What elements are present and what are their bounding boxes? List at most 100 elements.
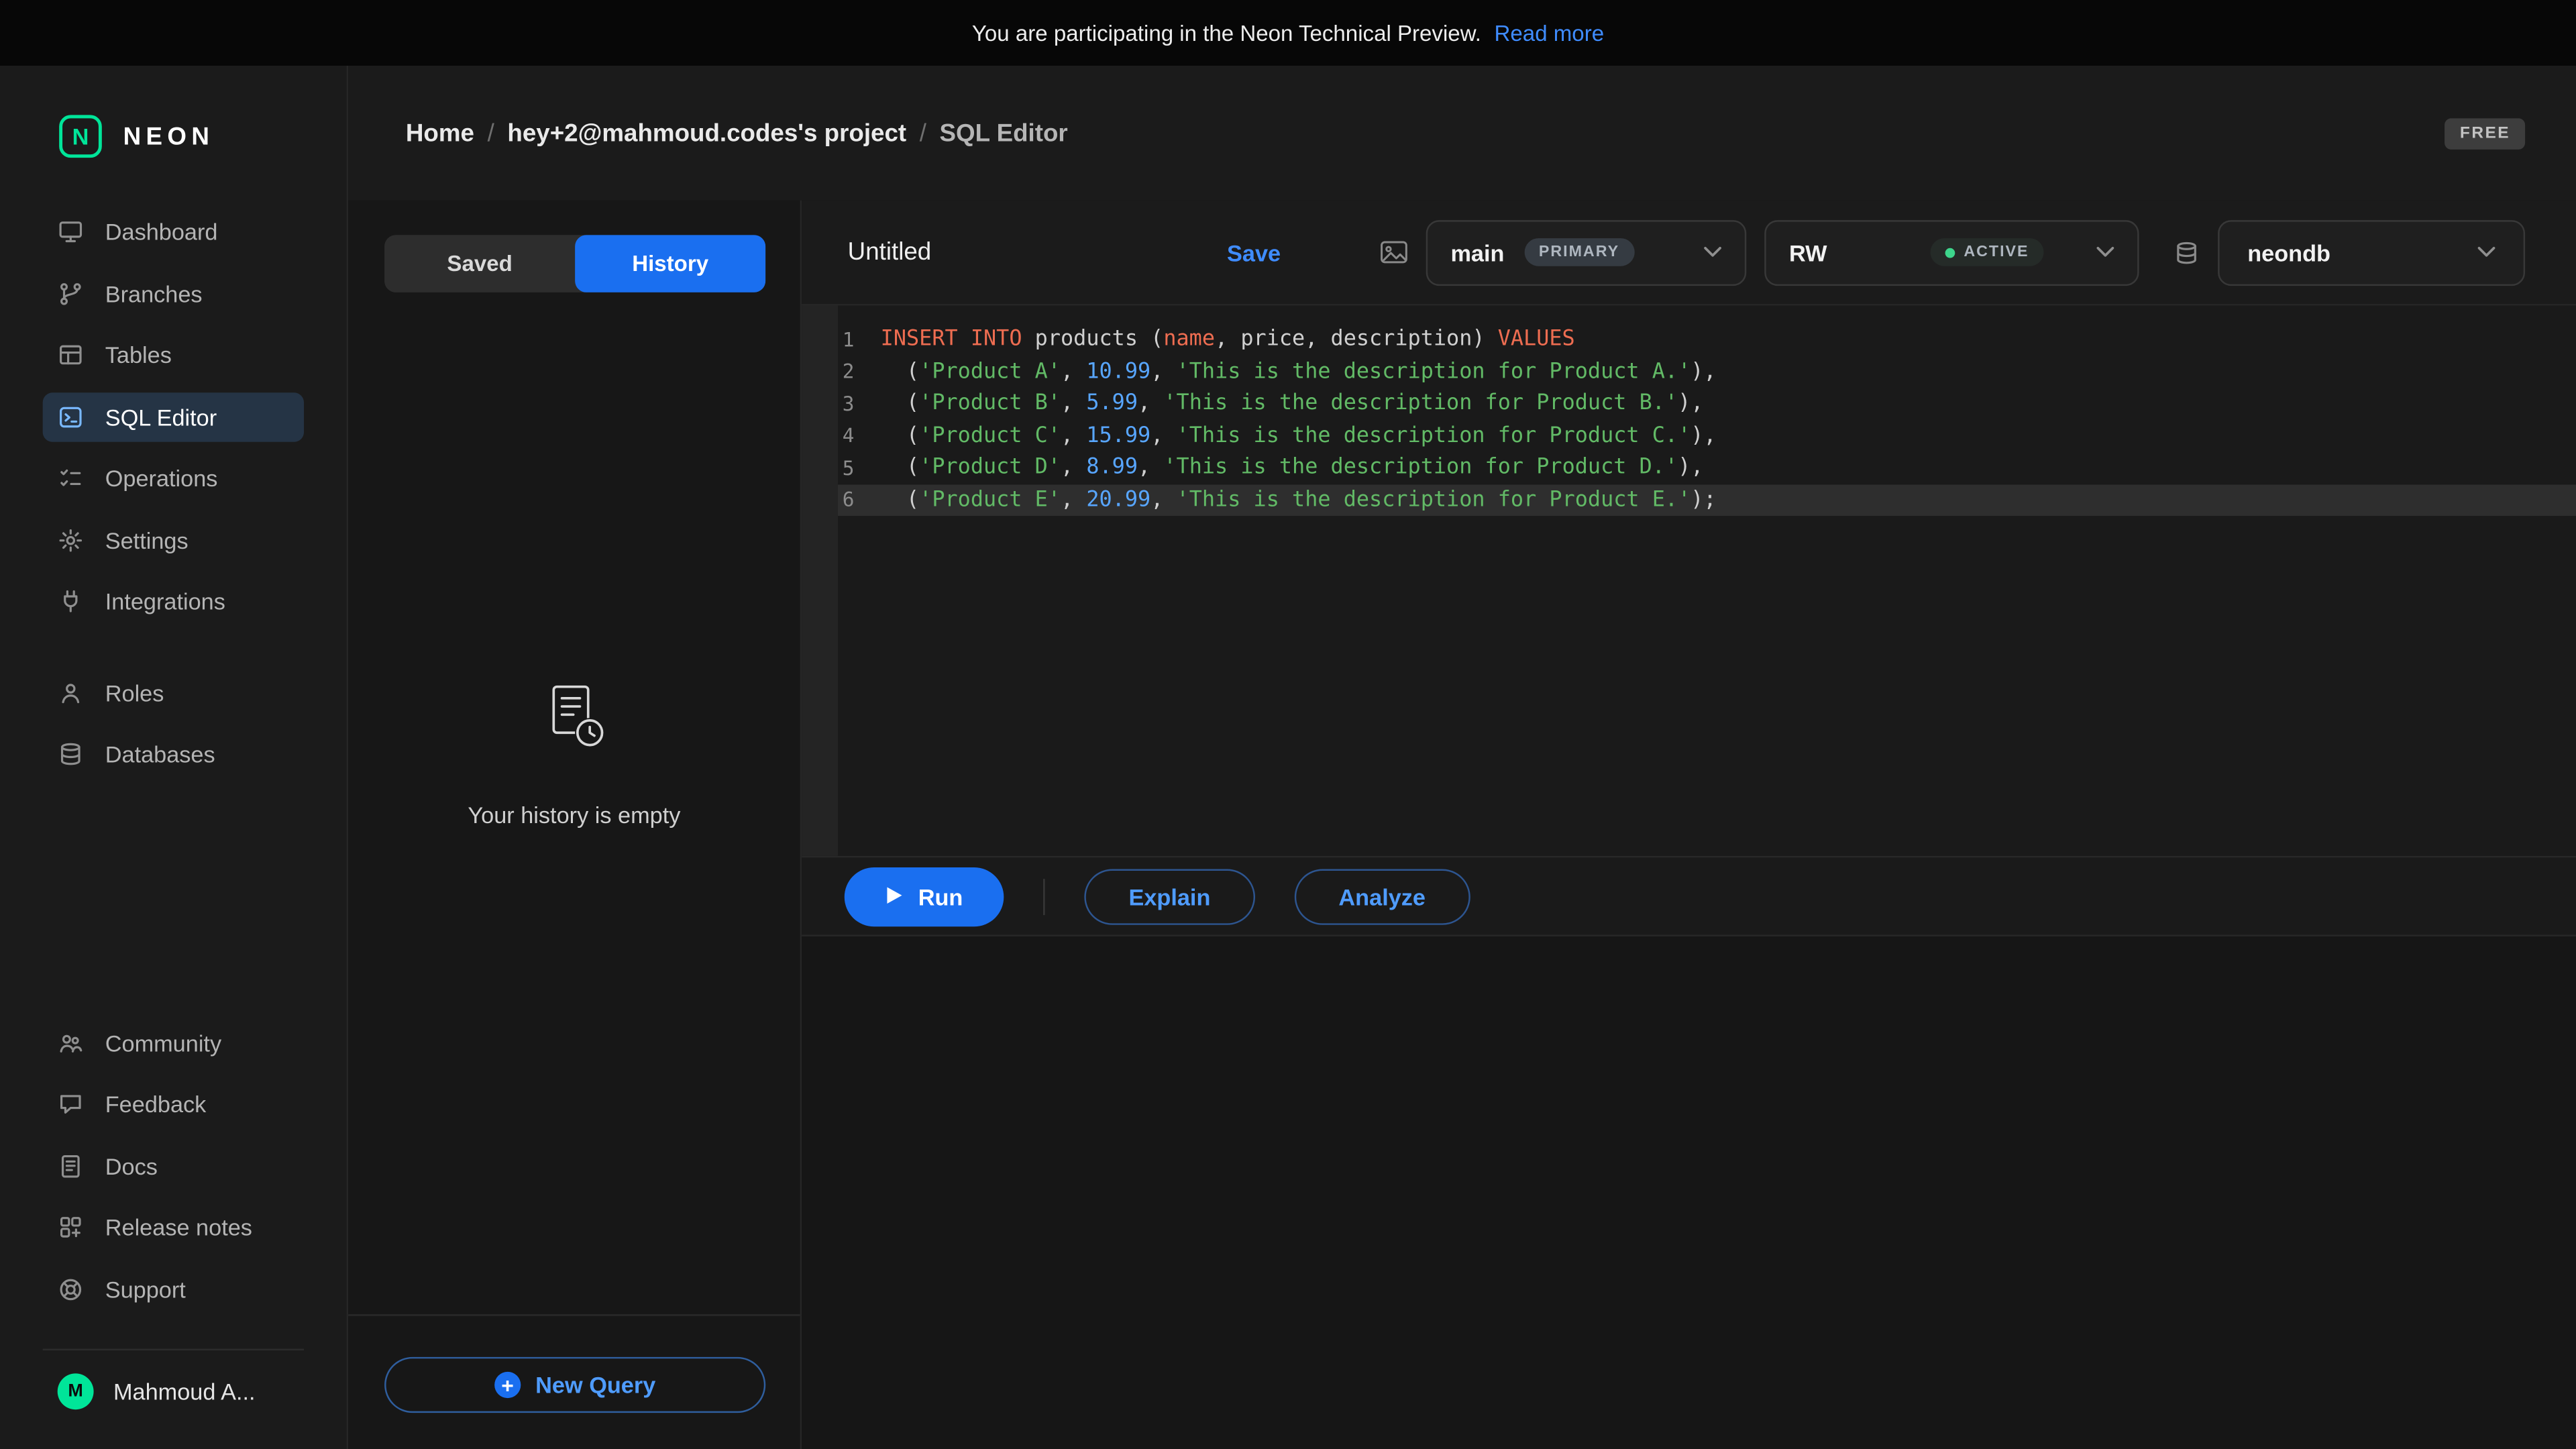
code-text: ('Product D', 8.99, 'This is the descrip… <box>881 455 1704 480</box>
active-badge: ACTIVE <box>1931 238 2043 266</box>
sidebar-item-community[interactable]: Community <box>43 1018 304 1067</box>
breadcrumb-project[interactable]: hey+2@mahmoud.codes's project <box>507 119 906 148</box>
sidebar-item-label: Settings <box>105 527 189 553</box>
sidebar-item-label: Dashboard <box>105 219 218 245</box>
sql-editor-icon <box>58 403 84 429</box>
sidebar-item-release-notes[interactable]: Release notes <box>43 1203 304 1252</box>
feedback-icon <box>58 1091 84 1117</box>
actions-divider <box>1043 878 1044 914</box>
editor-gutter <box>802 306 838 856</box>
branch-image-icon <box>1380 240 1408 265</box>
history-empty-text: Your history is empty <box>468 801 680 827</box>
line-number: 6 <box>838 488 854 511</box>
line-number: 3 <box>838 392 854 415</box>
save-button[interactable]: Save <box>1227 239 1281 265</box>
new-query-section: + New Query <box>348 1314 800 1449</box>
branch-selector[interactable]: main PRIMARY <box>1426 219 1747 285</box>
history-empty-icon <box>537 681 612 765</box>
sidebar-item-label: Community <box>105 1029 221 1055</box>
code-text: INSERT INTO products (name, price, descr… <box>881 327 1575 352</box>
new-query-button[interactable]: + New Query <box>384 1357 765 1413</box>
sidebar-item-tables[interactable]: Tables <box>43 330 304 379</box>
sidebar-nav-footer: Community Feedback Docs Release notes Su… <box>0 1018 347 1326</box>
branches-icon <box>58 280 84 307</box>
sidebar-item-branches[interactable]: Branches <box>43 268 304 317</box>
explain-button[interactable]: Explain <box>1084 868 1254 924</box>
query-title[interactable]: Untitled <box>848 238 932 266</box>
tables-icon <box>58 341 84 368</box>
code-text: ('Product A', 10.99, 'This is the descri… <box>881 360 1717 384</box>
sidebar-nav-secondary: Roles Databases <box>0 668 347 792</box>
sidebar-item-roles[interactable]: Roles <box>43 668 304 717</box>
code-text: ('Product B', 5.99, 'This is the descrip… <box>881 391 1704 416</box>
line-number: 2 <box>838 360 854 383</box>
gear-icon <box>58 527 84 553</box>
user-avatar: M <box>58 1373 94 1409</box>
results-area <box>802 936 2576 1449</box>
history-empty-state: Your history is empty <box>348 194 800 1314</box>
neon-logo[interactable]: N NEON <box>0 115 347 158</box>
database-name: neondb <box>2247 239 2330 265</box>
sidebar-item-integrations[interactable]: Integrations <box>43 577 304 626</box>
new-query-label: New Query <box>535 1372 655 1398</box>
dashboard-icon <box>58 219 84 245</box>
line-number: 4 <box>838 424 854 447</box>
sidebar-item-label: Integrations <box>105 588 225 614</box>
code-rows: 1INSERT INTO products (name, price, desc… <box>802 323 2576 516</box>
line-number: 5 <box>838 456 854 479</box>
editor-toolbar: Untitled Save main PRIMARY RW ACTI <box>802 201 2576 306</box>
endpoint-selector[interactable]: RW ACTIVE <box>1764 219 2139 285</box>
release-notes-icon <box>58 1214 84 1240</box>
code-line[interactable]: 4 ('Product C', 15.99, 'This is the desc… <box>838 420 2576 452</box>
editor-panel: Untitled Save main PRIMARY RW ACTI <box>802 201 2576 1449</box>
code-text: ('Product E', 20.99, 'This is the descri… <box>881 488 1717 513</box>
page-header: Home / hey+2@mahmoud.codes's project / S… <box>348 66 2576 201</box>
code-line[interactable]: 6 ('Product E', 20.99, 'This is the desc… <box>838 484 2576 516</box>
database-selector[interactable]: neondb <box>2218 219 2525 285</box>
chevron-down-icon <box>1704 246 1722 258</box>
sidebar-item-label: SQL Editor <box>105 403 217 429</box>
code-line[interactable]: 5 ('Product D', 8.99, 'This is the descr… <box>838 451 2576 484</box>
sidebar-item-sql-editor[interactable]: SQL Editor <box>43 392 304 441</box>
preview-banner: You are participating in the Neon Techni… <box>0 0 2576 66</box>
integrations-icon <box>58 588 84 614</box>
breadcrumb-separator: / <box>488 119 494 148</box>
history-panel: Saved History Your history is empty + Ne… <box>348 201 802 1449</box>
support-icon <box>58 1276 84 1302</box>
run-button[interactable]: Run <box>845 867 1004 926</box>
code-line[interactable]: 2 ('Product A', 10.99, 'This is the desc… <box>838 356 2576 388</box>
read-more-link[interactable]: Read more <box>1495 21 1605 46</box>
code-line[interactable]: 3 ('Product B', 5.99, 'This is the descr… <box>838 388 2576 420</box>
sidebar-item-docs[interactable]: Docs <box>43 1141 304 1190</box>
code-line[interactable]: 1INSERT INTO products (name, price, desc… <box>838 323 2576 356</box>
sidebar-item-databases[interactable]: Databases <box>43 729 304 778</box>
breadcrumb-page: SQL Editor <box>940 119 1068 148</box>
sidebar-item-operations[interactable]: Operations <box>43 453 304 502</box>
primary-badge: PRIMARY <box>1524 238 1634 266</box>
sidebar-item-feedback[interactable]: Feedback <box>43 1079 304 1128</box>
main-region: Home / hey+2@mahmoud.codes's project / S… <box>348 66 2576 1449</box>
sidebar-item-label: Roles <box>105 680 164 706</box>
plan-badge: FREE <box>2445 117 2525 149</box>
banner-text: You are participating in the Neon Techni… <box>972 21 1481 46</box>
breadcrumb-home[interactable]: Home <box>406 119 474 148</box>
code-text: ('Product C', 15.99, 'This is the descri… <box>881 423 1717 448</box>
sidebar-item-dashboard[interactable]: Dashboard <box>43 207 304 256</box>
operations-icon <box>58 465 84 491</box>
analyze-button[interactable]: Analyze <box>1294 868 1470 924</box>
sidebar-spacer <box>0 791 347 968</box>
docs-icon <box>58 1152 84 1179</box>
branch-name: main <box>1450 239 1504 265</box>
sidebar-item-support[interactable]: Support <box>43 1264 304 1313</box>
sidebar-item-label: Databases <box>105 741 215 767</box>
community-icon <box>58 1029 84 1055</box>
sidebar-nav-main: Dashboard Branches Tables SQL Editor Ope… <box>0 207 347 639</box>
chevron-down-icon <box>2477 246 2496 258</box>
user-menu[interactable]: M Mahmoud A... <box>43 1349 304 1449</box>
sql-code-editor[interactable]: 1INSERT INTO products (name, price, desc… <box>802 306 2576 856</box>
status-dot <box>1945 248 1955 258</box>
sidebar-item-label: Operations <box>105 465 218 491</box>
breadcrumb: Home / hey+2@mahmoud.codes's project / S… <box>406 119 1068 148</box>
sidebar-item-settings[interactable]: Settings <box>43 515 304 564</box>
sidebar-item-label: Feedback <box>105 1091 207 1117</box>
